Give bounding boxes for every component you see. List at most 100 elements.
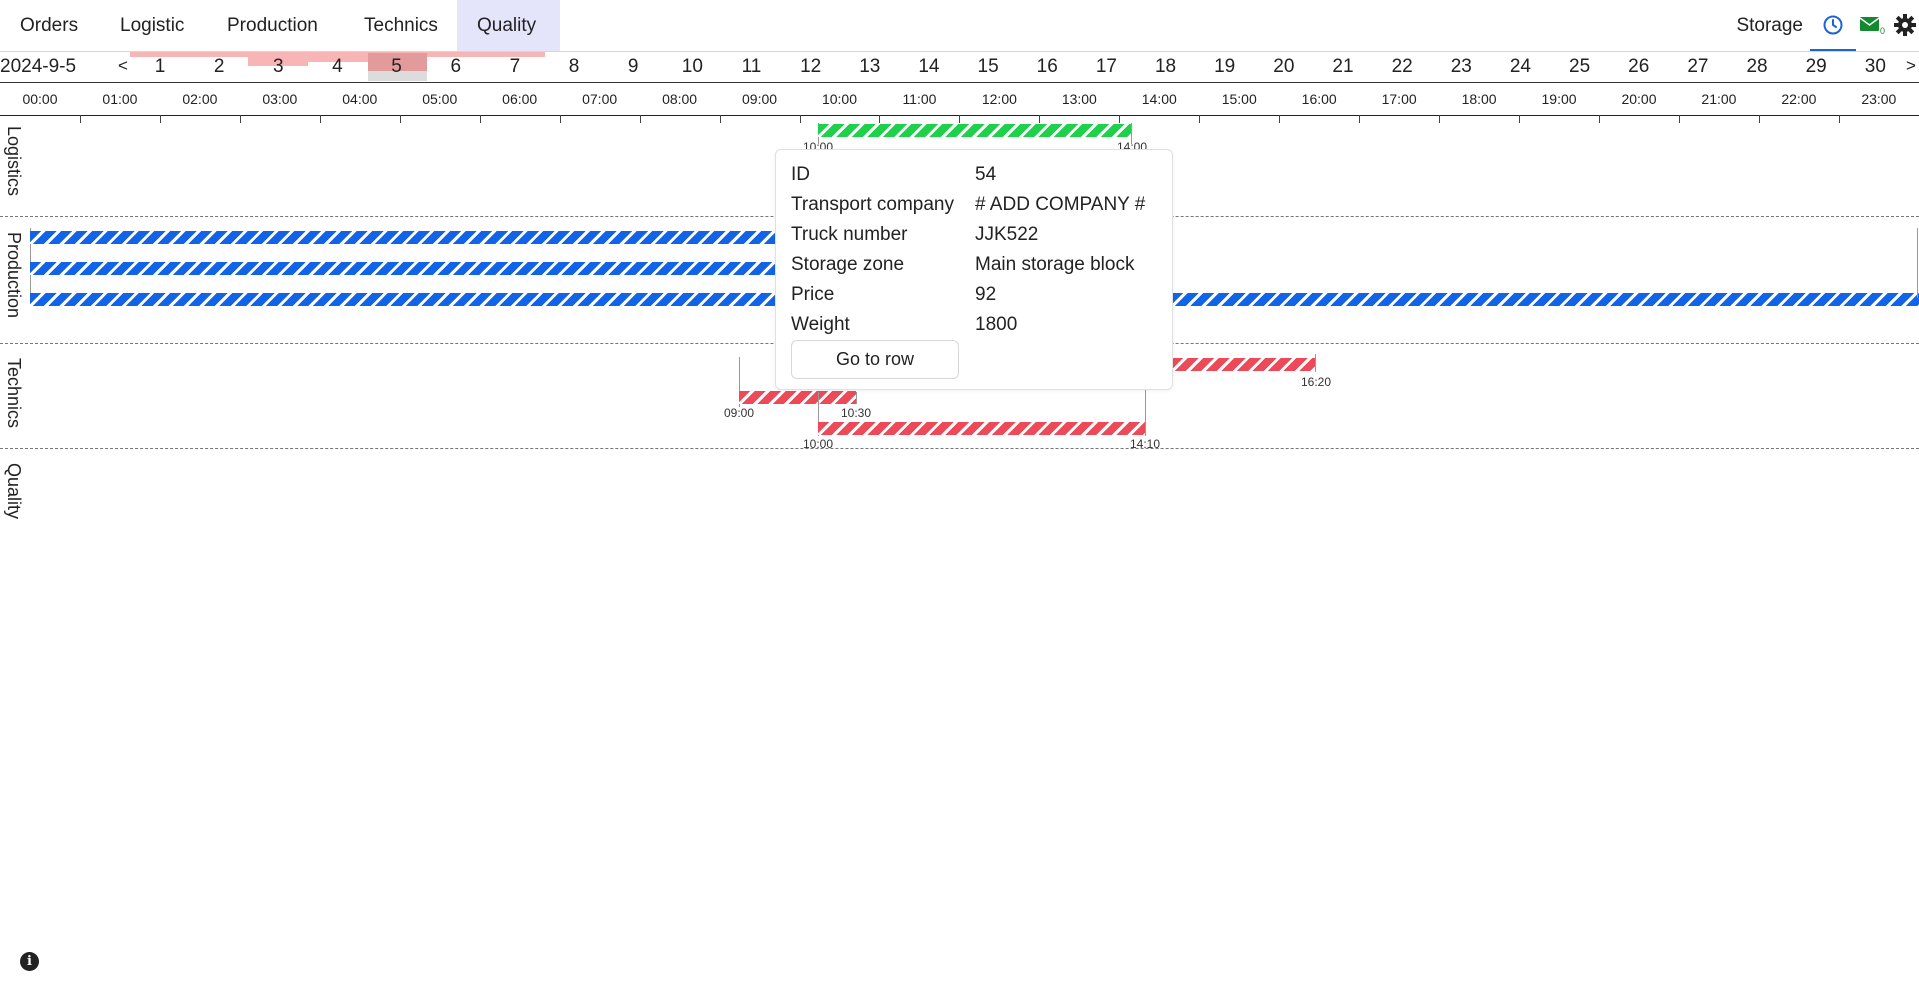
info-icon[interactable]: i (20, 952, 39, 971)
day-12[interactable]: 12 (791, 56, 831, 78)
hour-label: 15:00 (1221, 91, 1257, 107)
day-15[interactable]: 15 (968, 56, 1008, 78)
tooltip-value-transport-company: # ADD COMPANY # (975, 194, 1146, 215)
day-24[interactable]: 24 (1500, 56, 1540, 78)
hour-label: 10:00 (821, 91, 858, 107)
hour-label: 17:00 (1381, 91, 1417, 107)
day-21[interactable]: 21 (1323, 56, 1363, 78)
hour-tick (1279, 115, 1280, 123)
row-label-production: Production (4, 232, 24, 319)
hour-label: 23:00 (1861, 91, 1897, 107)
day-30[interactable]: 30 (1855, 56, 1895, 78)
next-month-button[interactable]: > (1906, 56, 1916, 76)
hour-tick (1759, 115, 1760, 123)
bar-end-marker (1315, 354, 1316, 372)
go-to-row-button[interactable]: Go to row (791, 340, 959, 379)
hour-tick (400, 115, 401, 123)
nav-technics[interactable]: Technics (344, 0, 458, 51)
day-27[interactable]: 27 (1678, 56, 1718, 78)
day-4[interactable]: 4 (317, 56, 357, 78)
day-1[interactable]: 1 (140, 56, 180, 78)
day-20[interactable]: 20 (1264, 56, 1304, 78)
row-label-logistics: Logistics (4, 126, 24, 197)
day-19[interactable]: 19 (1205, 56, 1245, 78)
production-bar[interactable] (30, 262, 776, 275)
hour-label: 11:00 (902, 91, 937, 107)
day-8[interactable]: 8 (554, 56, 594, 78)
order-tooltip: ID 54 Transport company # ADD COMPANY # … (775, 149, 1173, 390)
hour-label: 07:00 (582, 91, 618, 107)
technics-bar[interactable] (818, 422, 1145, 435)
day-14[interactable]: 14 (909, 56, 949, 78)
day-6[interactable]: 6 (436, 56, 476, 78)
production-bar[interactable] (1172, 293, 1919, 306)
hour-label: 16:00 (1301, 91, 1337, 107)
nav-orders[interactable]: Orders (0, 0, 98, 51)
row-label-quality: Quality (4, 463, 24, 520)
gear-icon (1894, 14, 1916, 36)
hour-label: 09:00 (742, 91, 778, 107)
hour-tick (480, 115, 481, 123)
hour-label: 19:00 (1541, 91, 1577, 107)
row-label-technics: Technics (4, 358, 24, 429)
day-28[interactable]: 28 (1737, 56, 1777, 78)
top-navigation: Orders Logistic Production Technics Qual… (0, 0, 1919, 51)
day-29[interactable]: 29 (1796, 56, 1836, 78)
day-13[interactable]: 13 (850, 56, 890, 78)
day-23[interactable]: 23 (1441, 56, 1481, 78)
hour-label: 08:00 (662, 91, 698, 107)
day-5[interactable]: 5 (377, 56, 417, 78)
nav-logistic[interactable]: Logistic (100, 0, 204, 51)
technics-bar[interactable] (1172, 358, 1315, 371)
hour-label: 00:00 (22, 91, 58, 107)
hour-label: 02:00 (182, 91, 218, 107)
day-25[interactable]: 25 (1560, 56, 1600, 78)
hour-label: 18:00 (1461, 91, 1497, 107)
hour-tick (720, 115, 721, 123)
hour-tick (1679, 115, 1680, 123)
hour-tick (1199, 115, 1200, 123)
day-2[interactable]: 2 (199, 56, 239, 78)
bar-start-time: 09:00 (724, 406, 755, 420)
day-3[interactable]: 3 (258, 56, 298, 78)
production-bar[interactable] (30, 293, 776, 306)
bar-end-marker (1145, 390, 1146, 436)
day-22[interactable]: 22 (1382, 56, 1422, 78)
hour-label: 22:00 (1781, 91, 1817, 107)
bar-end-time: 14:10 (1130, 437, 1161, 451)
hour-label: 14:00 (1141, 91, 1177, 107)
hour-tick (1119, 115, 1120, 123)
svg-text:0: 0 (1880, 26, 1885, 36)
tooltip-value-truck-number: JJK522 (975, 224, 1039, 245)
tooltip-key-transport-company: Transport company (791, 194, 954, 215)
hour-tick (1439, 115, 1440, 123)
day-17[interactable]: 17 (1086, 56, 1126, 78)
day-row-divider (0, 82, 1919, 83)
nav-quality[interactable]: Quality (457, 0, 560, 51)
technics-bar[interactable] (739, 391, 856, 404)
hour-tick (879, 115, 880, 123)
tooltip-value-id: 54 (975, 164, 997, 185)
nav-storage[interactable]: Storage (1736, 0, 1803, 51)
day-16[interactable]: 16 (1027, 56, 1067, 78)
day-11[interactable]: 11 (732, 56, 772, 78)
day-10[interactable]: 10 (672, 56, 712, 78)
production-bar[interactable] (30, 231, 776, 244)
nav-production[interactable]: Production (207, 0, 338, 51)
hour-tick (80, 115, 81, 123)
mail-button[interactable]: 0 (1859, 14, 1885, 41)
tooltip-key-storage-zone: Storage zone (791, 254, 905, 275)
day-26[interactable]: 26 (1619, 56, 1659, 78)
day-9[interactable]: 9 (613, 56, 653, 78)
hour-tick (1039, 115, 1040, 123)
hour-label: 01:00 (102, 91, 138, 107)
prev-month-button[interactable]: < (118, 56, 128, 76)
day-7[interactable]: 7 (495, 56, 535, 78)
hour-tick (1839, 115, 1840, 123)
clock-button[interactable] (1810, 0, 1856, 51)
day-18[interactable]: 18 (1146, 56, 1186, 78)
logistics-bar[interactable] (818, 124, 1131, 137)
tooltip-value-weight: 1800 (975, 314, 1018, 335)
hour-tick (240, 115, 241, 123)
settings-button[interactable] (1893, 13, 1917, 42)
